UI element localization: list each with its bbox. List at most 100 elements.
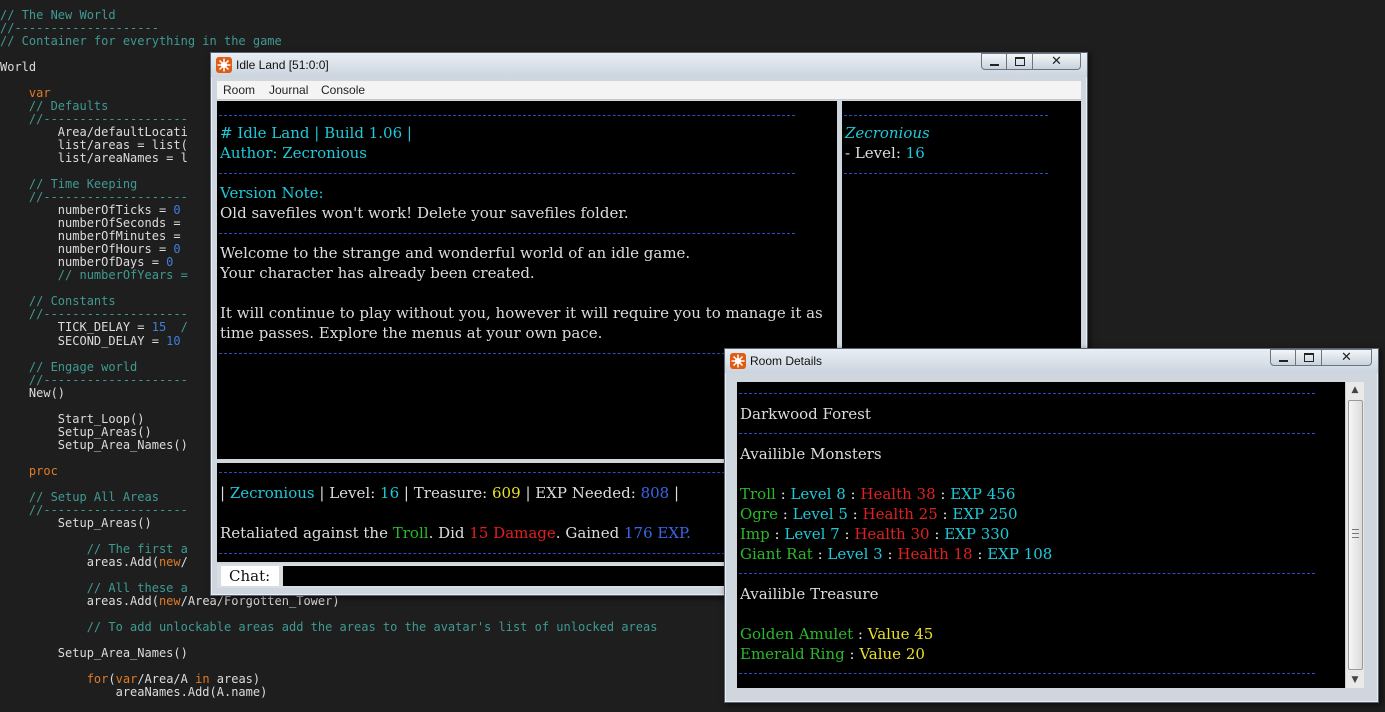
menu-console[interactable]: Console: [321, 83, 365, 97]
code-token: numberOfHours =: [0, 242, 174, 257]
code-token: // Time Keeping: [0, 177, 138, 192]
minimize-button[interactable]: [981, 53, 1007, 70]
monster-level: Level 7: [784, 525, 840, 543]
monster-health: Health 18: [897, 545, 973, 563]
separator: [219, 353, 795, 354]
code-line[interactable]: // numberOfYears =: [0, 269, 188, 282]
maximize-button[interactable]: [1296, 349, 1322, 366]
code-token: new: [158, 554, 181, 569]
separator-colon: :: [940, 485, 946, 503]
maximize-button[interactable]: [1007, 53, 1033, 70]
treasure-value: Value 45: [867, 625, 934, 643]
close-button[interactable]: ✕: [1033, 53, 1081, 70]
status-separator: |: [220, 484, 226, 502]
combat-damage: 15 Damage: [469, 524, 556, 542]
code-line[interactable]: // To add unlockable areas add the areas…: [0, 619, 658, 634]
welcome-line-1: Welcome to the strange and wonderful wor…: [220, 244, 691, 262]
code-line[interactable]: areas.Add(new/: [0, 554, 188, 569]
combat-target: Troll: [392, 524, 429, 542]
treasure-name: Golden Amulet: [740, 625, 854, 643]
code-line[interactable]: Setup_Area_Names(): [0, 645, 188, 660]
code-token: new: [158, 593, 181, 608]
window-title: Idle Land [51:0:0]: [236, 58, 329, 72]
scroll-up-icon[interactable]: ▲: [1346, 382, 1364, 398]
title-bar[interactable]: Room Details ✕: [725, 349, 1378, 373]
code-token: //--------------------: [0, 190, 188, 205]
title-bar[interactable]: Idle Land [51:0:0] ✕: [211, 53, 1087, 77]
separator-colon: :: [844, 525, 850, 543]
code-token: // To add unlockable areas add the areas…: [0, 619, 658, 634]
code-token: // Engage world: [0, 359, 138, 374]
monster-exp: EXP 108: [987, 545, 1053, 563]
code-token: // The New World: [0, 8, 116, 22]
code-token: areas.Add(: [0, 554, 159, 569]
treasure-name: Emerald Ring: [740, 645, 845, 663]
menu-room[interactable]: Room: [223, 83, 255, 97]
status-separator: |: [525, 484, 531, 502]
code-line[interactable]: proc: [0, 464, 58, 478]
code-line[interactable]: New(): [0, 385, 66, 400]
room-details-window[interactable]: Room Details ✕ Darkwood Forest Availible…: [724, 348, 1379, 703]
code-token: 15: [151, 320, 167, 335]
separator-colon: :: [942, 505, 948, 523]
status-separator: |: [403, 484, 409, 502]
scroll-thumb[interactable]: [1348, 400, 1363, 670]
level-label: - Level:: [845, 144, 901, 162]
treasure-heading: Availible Treasure: [740, 585, 879, 603]
menu-journal[interactable]: Journal: [269, 83, 308, 97]
code-token: numberOfDays =: [0, 255, 167, 270]
code-token: //--------------------: [0, 21, 159, 36]
monster-name: Giant Rat: [740, 545, 813, 563]
monster-name: Imp: [740, 525, 770, 543]
code-token: var: [115, 672, 138, 687]
grip-icon: [1352, 529, 1359, 538]
monster-row: Ogre : Level 5 : Health 25 : EXP 250: [740, 504, 1018, 524]
status-treasure: 609: [492, 484, 521, 502]
version-note: Old savefiles won't work! Delete your sa…: [220, 204, 629, 222]
build-line: # Idle Land | Build 1.06 |: [220, 124, 412, 142]
scroll-down-icon[interactable]: ▼: [1346, 672, 1364, 688]
code-token: //--------------------: [0, 372, 188, 387]
code-line[interactable]: areaNames.Add(A.name): [0, 686, 268, 699]
code-token: // Defaults: [0, 99, 109, 114]
code-token: //--------------------: [0, 307, 188, 322]
code-line[interactable]: World: [0, 61, 36, 74]
character-level-line: - Level: 16: [845, 143, 925, 163]
code-token: New(): [0, 385, 66, 400]
code-token: Setup_Area_Names(): [0, 645, 188, 660]
code-token: Area/defaultLocati: [0, 125, 188, 140]
separator-colon: :: [850, 485, 856, 503]
code-line[interactable]: list/areaNames = l: [0, 152, 188, 165]
monsters-heading: Availible Monsters: [740, 445, 882, 463]
monster-level: Level 5: [792, 505, 848, 523]
code-line[interactable]: // Container for everything in the game: [0, 35, 282, 48]
code-line[interactable]: Setup_Area_Names(): [0, 438, 188, 452]
treasure-row: Emerald Ring : Value 20: [740, 644, 925, 664]
scrollbar[interactable]: ▲ ▼: [1345, 382, 1364, 688]
code-token: /Area/A: [137, 672, 196, 687]
close-button[interactable]: ✕: [1322, 349, 1372, 366]
code-token: //--------------------: [0, 502, 188, 517]
separator: [739, 673, 1315, 674]
room-details-pane: Darkwood Forest Availible Monsters Troll…: [737, 382, 1345, 688]
separator-colon: :: [849, 645, 855, 663]
separator: [739, 433, 1315, 434]
area-name: Darkwood Forest: [740, 405, 871, 423]
code-token: for: [86, 672, 109, 687]
minimize-button[interactable]: [1270, 349, 1296, 366]
code-line[interactable]: SECOND_DELAY = 10: [0, 334, 181, 348]
minimize-icon: [1278, 359, 1288, 362]
code-token: // Constants: [0, 294, 116, 309]
code-line[interactable]: Setup_Areas(): [0, 516, 152, 530]
code-token: 0: [166, 255, 174, 270]
app-icon: [216, 57, 232, 73]
monster-level: Level 3: [827, 545, 883, 563]
combat-did: . Did: [428, 524, 465, 542]
code-token: list/areas = list(: [0, 138, 188, 153]
author-line: Author: Zecronious: [220, 144, 367, 162]
separator: [219, 472, 795, 473]
code-token: /: [166, 320, 188, 335]
code-line[interactable]: areas.Add(new/Area/Forgotten_Tower): [0, 593, 340, 608]
